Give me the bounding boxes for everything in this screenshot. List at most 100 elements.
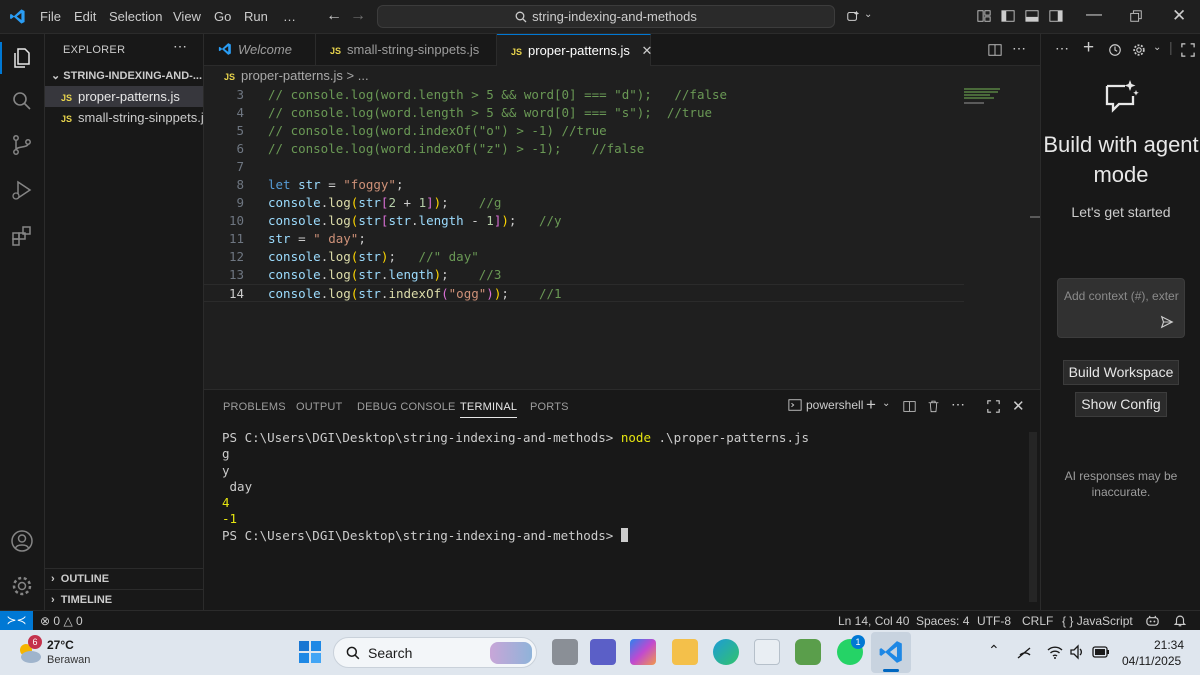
toggle-panel-icon[interactable] <box>1025 9 1039 23</box>
tab-ports[interactable]: PORTS <box>530 401 569 413</box>
split-editor-icon[interactable] <box>988 43 1002 57</box>
chevron-down-icon[interactable]: ⌄ <box>1153 42 1161 53</box>
tab-small-string-sinppets[interactable]: JS small-string-sinppets.js <box>316 34 497 66</box>
terminal-output[interactable]: PS C:\Users\DGI\Desktop\string-indexing-… <box>222 430 809 544</box>
new-chat-icon[interactable]: + <box>1083 37 1094 59</box>
end-of-line[interactable]: CRLF <box>1022 614 1053 628</box>
no-network-icon[interactable] <box>1016 645 1034 661</box>
toggle-primary-sidebar-icon[interactable] <box>1001 9 1015 23</box>
close-window-icon[interactable]: ✕ <box>1172 6 1186 26</box>
microsoft-store-icon[interactable] <box>754 639 780 665</box>
back-arrow-icon[interactable]: ← <box>326 7 342 25</box>
menu-run[interactable]: Run <box>244 9 268 24</box>
problems-status[interactable]: ⊗ 0 △ 0 <box>40 614 83 628</box>
toggle-secondary-sidebar-icon[interactable] <box>1049 9 1063 23</box>
vscode-taskbar-item[interactable] <box>871 632 911 673</box>
run-debug-icon[interactable] <box>10 178 34 202</box>
forward-arrow-icon[interactable]: → <box>350 7 366 25</box>
breadcrumb-rest[interactable]: > ... <box>347 68 369 83</box>
command-center-search[interactable]: string-indexing-and-methods <box>377 5 835 28</box>
volume-icon[interactable] <box>1069 644 1085 660</box>
workspace-folder[interactable]: ⌄ STRING-INDEXING-AND-... <box>45 66 203 87</box>
split-terminal-icon[interactable] <box>903 400 916 413</box>
menu-file[interactable]: File <box>40 9 61 24</box>
indentation[interactable]: Spaces: 4 <box>916 614 969 628</box>
menu-more[interactable]: … <box>283 9 296 24</box>
code-line: 7 <box>204 158 964 176</box>
terminal-shell-selector[interactable]: powershell <box>788 398 863 412</box>
chevron-down-icon[interactable]: ⌄ <box>864 9 872 20</box>
account-icon[interactable] <box>10 529 34 553</box>
clock-date[interactable]: 04/11/2025 <box>1122 654 1181 668</box>
new-terminal-icon[interactable]: + <box>866 395 876 415</box>
tab-debug-console[interactable]: DEBUG CONSOLE <box>357 401 456 413</box>
whatsapp-icon[interactable]: 1 <box>837 635 865 665</box>
maximize-panel-icon[interactable] <box>987 400 1000 413</box>
copilot-app-icon[interactable] <box>630 639 656 665</box>
windows-start-icon[interactable] <box>297 639 323 665</box>
minimize-icon[interactable]: — <box>1086 6 1102 24</box>
cursor-position[interactable]: Ln 14, Col 40 <box>838 614 909 628</box>
line-number: 3 <box>236 87 244 102</box>
menu-view[interactable]: View <box>173 9 201 24</box>
more-actions-icon[interactable]: ⋯ <box>1012 40 1026 57</box>
clock-time[interactable]: 21:34 <box>1154 638 1184 652</box>
extensions-icon[interactable] <box>10 224 34 248</box>
tab-problems[interactable]: PROBLEMS <box>223 401 286 413</box>
maximize-icon[interactable] <box>1181 43 1195 57</box>
teams-chat-icon[interactable] <box>590 639 616 665</box>
chevron-down-icon[interactable]: ⌄ <box>882 398 890 409</box>
tab-output[interactable]: OUTPUT <box>296 401 342 413</box>
code-editor[interactable]: 3// console.log(word.length > 5 && word[… <box>204 86 1040 389</box>
remote-indicator-icon[interactable]: ≻≺ <box>0 611 33 630</box>
line-number: 8 <box>236 177 244 192</box>
tab-proper-patterns[interactable]: JS proper-patterns.js ✕ <box>497 34 653 67</box>
file-item-proper-patterns[interactable]: JS proper-patterns.js <box>45 86 203 107</box>
file-label: proper-patterns.js <box>78 89 180 104</box>
breadcrumb-file[interactable]: proper-patterns.js <box>241 68 343 83</box>
wifi-icon[interactable] <box>1046 644 1064 660</box>
menu-edit[interactable]: Edit <box>74 9 96 24</box>
edge-browser-icon[interactable] <box>713 639 739 665</box>
timeline-section[interactable]: › TIMELINE <box>45 589 203 610</box>
tab-welcome[interactable]: Welcome <box>204 34 316 66</box>
line-number: 14 <box>228 286 244 301</box>
chat-input[interactable]: Add context (#), exter <box>1057 278 1185 338</box>
battery-icon[interactable] <box>1092 645 1110 659</box>
task-view-icon[interactable] <box>552 639 578 665</box>
show-config-button[interactable]: Show Config <box>1075 392 1167 417</box>
encoding[interactable]: UTF-8 <box>977 614 1011 628</box>
close-tab-icon[interactable]: ✕ <box>642 43 653 58</box>
nodejs-icon[interactable] <box>795 639 821 665</box>
file-explorer-icon[interactable] <box>672 639 698 665</box>
chevron-up-icon[interactable]: ⌃ <box>988 642 1000 659</box>
minimap[interactable] <box>964 86 1006 108</box>
trash-icon[interactable] <box>927 399 940 413</box>
terminal-scrollbar[interactable] <box>1029 432 1037 602</box>
explorer-files-icon[interactable] <box>10 46 34 70</box>
outline-section[interactable]: › OUTLINE <box>45 568 203 589</box>
settings-gear-icon[interactable] <box>1132 43 1146 57</box>
copilot-status-icon[interactable] <box>1145 613 1160 628</box>
more-actions-icon[interactable]: ⋯ <box>1055 40 1069 57</box>
search-icon[interactable] <box>10 89 34 113</box>
source-control-icon[interactable] <box>10 133 34 157</box>
tab-terminal[interactable]: TERMINAL <box>460 401 518 418</box>
close-panel-icon[interactable]: ✕ <box>1012 397 1025 415</box>
copilot-icon[interactable] <box>846 9 860 23</box>
notifications-bell-icon[interactable] <box>1173 613 1187 628</box>
build-workspace-button[interactable]: Build Workspace <box>1063 360 1179 385</box>
settings-gear-icon[interactable] <box>10 574 34 598</box>
more-actions-icon[interactable]: ⋯ <box>951 396 965 413</box>
menu-go[interactable]: Go <box>214 9 231 24</box>
taskbar-search[interactable]: Search <box>333 637 537 668</box>
send-icon[interactable] <box>1160 315 1174 329</box>
language-mode[interactable]: { } JavaScript <box>1062 614 1133 628</box>
history-icon[interactable] <box>1108 43 1122 57</box>
more-actions-icon[interactable]: ⋯ <box>173 38 187 55</box>
menu-selection[interactable]: Selection <box>109 9 162 24</box>
customize-layout-icon[interactable] <box>977 9 991 23</box>
weather-widget[interactable]: 6 <box>14 635 46 666</box>
restore-icon[interactable] <box>1129 9 1143 23</box>
file-item-small-string-sinppets[interactable]: JS small-string-sinppets.js <box>45 107 203 128</box>
